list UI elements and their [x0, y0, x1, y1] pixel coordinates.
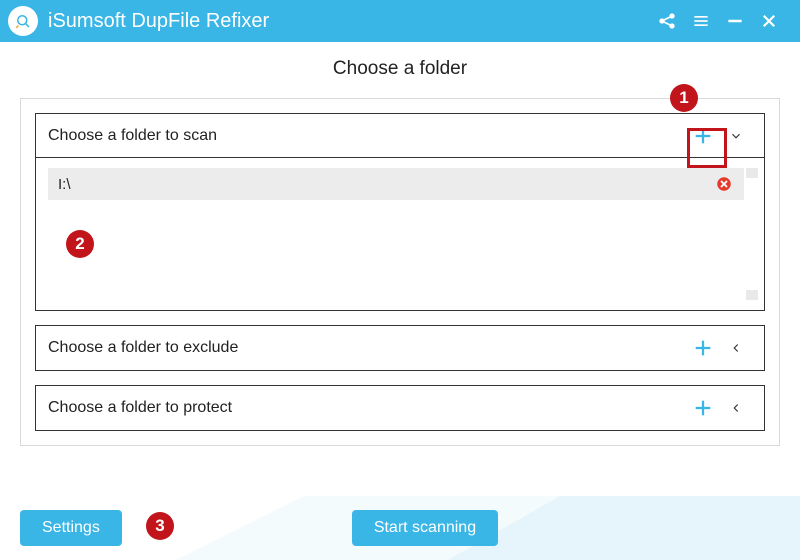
scan-folder-list-area: I:\ [36, 158, 764, 310]
folder-sections-container: Choose a folder to scan I:\ [20, 98, 780, 446]
bottom-bar: Settings Start scanning [0, 496, 800, 560]
app-title: iSumsoft DupFile Refixer [48, 10, 269, 33]
add-exclude-folder-button[interactable] [686, 331, 720, 365]
menu-icon[interactable] [684, 0, 718, 42]
section-exclude-label: Choose a folder to exclude [48, 339, 686, 357]
page-title: Choose a folder [20, 58, 780, 80]
add-protect-folder-button[interactable] [686, 391, 720, 425]
share-icon[interactable] [650, 0, 684, 42]
scan-list-scrollbar[interactable] [746, 168, 758, 300]
expand-exclude-button[interactable] [720, 331, 752, 365]
section-protect-header: Choose a folder to protect [36, 386, 764, 430]
folder-path: I:\ [58, 176, 714, 193]
titlebar: iSumsoft DupFile Refixer [0, 0, 800, 42]
section-protect: Choose a folder to protect [35, 385, 765, 431]
section-scan: Choose a folder to scan I:\ [35, 113, 765, 311]
close-icon[interactable] [752, 0, 786, 42]
section-protect-label: Choose a folder to protect [48, 399, 686, 417]
settings-button[interactable]: Settings [20, 510, 122, 546]
start-scanning-button[interactable]: Start scanning [352, 510, 498, 546]
section-scan-label: Choose a folder to scan [48, 127, 686, 145]
app-logo [8, 6, 38, 36]
expand-protect-button[interactable] [720, 391, 752, 425]
section-scan-header: Choose a folder to scan [36, 114, 764, 158]
section-exclude-header: Choose a folder to exclude [36, 326, 764, 370]
section-exclude: Choose a folder to exclude [35, 325, 765, 371]
folder-row[interactable]: I:\ [48, 168, 744, 200]
remove-folder-button[interactable] [714, 174, 734, 194]
add-scan-folder-button[interactable] [686, 119, 720, 153]
minimize-icon[interactable] [718, 0, 752, 42]
collapse-scan-button[interactable] [720, 119, 752, 153]
